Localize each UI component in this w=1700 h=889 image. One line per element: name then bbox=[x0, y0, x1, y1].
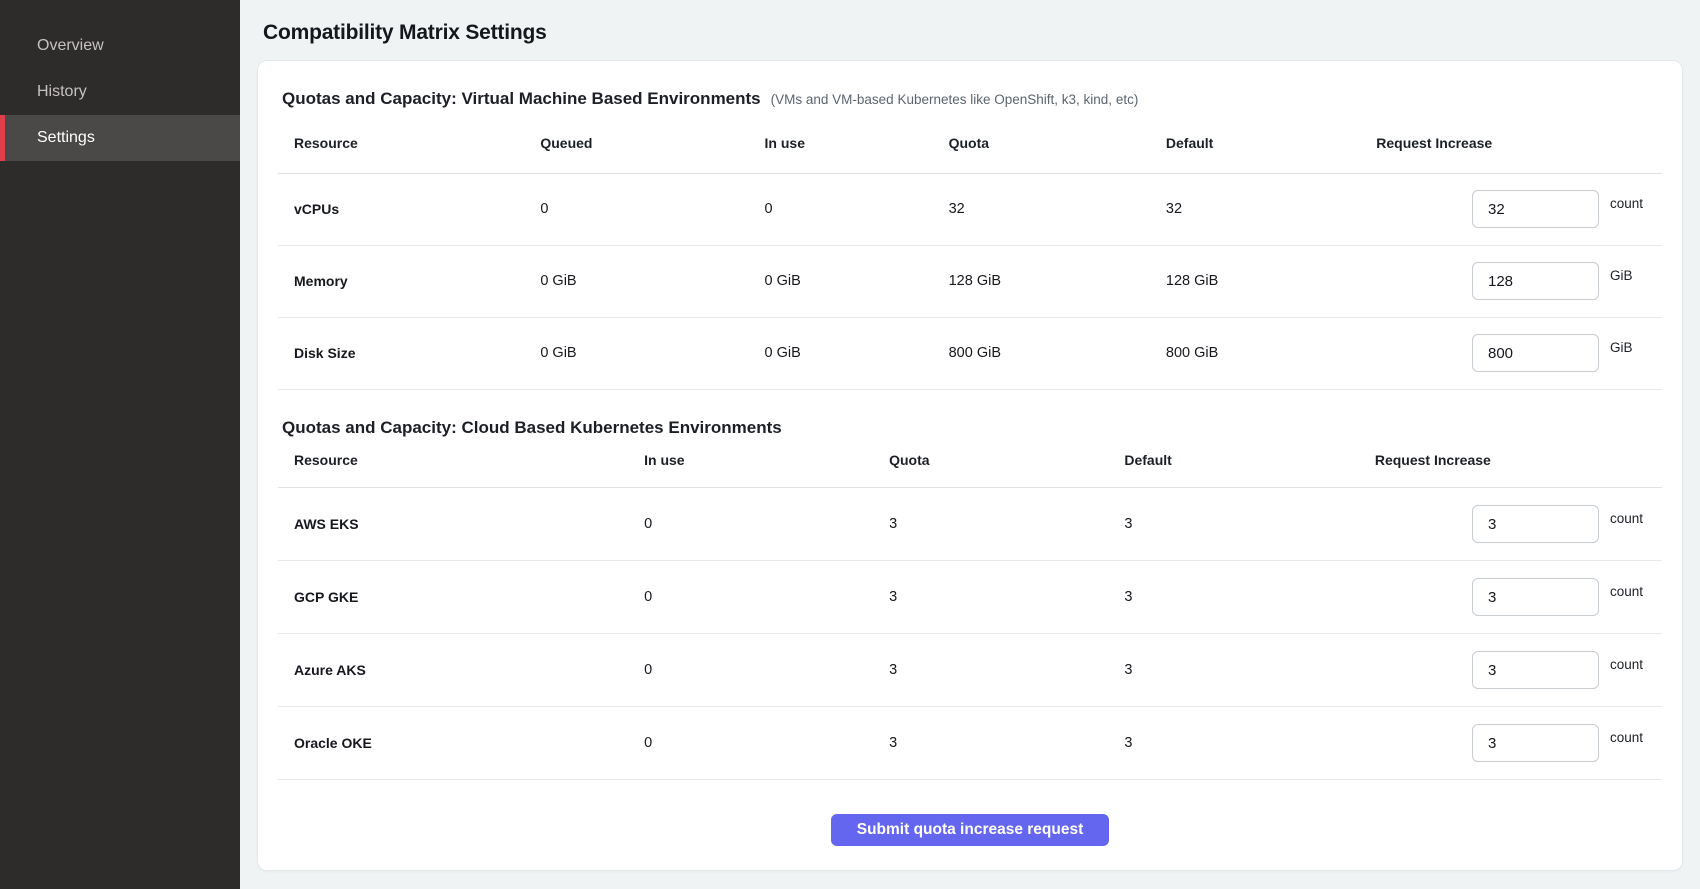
vm-section-title: Quotas and Capacity: Virtual Machine Bas… bbox=[282, 89, 761, 109]
memory-unit-label: GiB bbox=[1610, 268, 1648, 283]
gcp-gke-in-use-value: 0 bbox=[628, 561, 873, 634]
sidebar-item-overview[interactable]: Overview bbox=[0, 23, 240, 69]
vcpus-quota-value: 32 bbox=[933, 173, 1150, 245]
gcp-gke-default-value: 3 bbox=[1108, 561, 1359, 634]
oracle-oke-unit-label: count bbox=[1610, 730, 1648, 745]
vcpus-request-increase-input[interactable] bbox=[1472, 190, 1599, 228]
gcp-gke-request-increase-input[interactable] bbox=[1472, 578, 1599, 616]
cloud-col-in-use: In use bbox=[628, 440, 873, 488]
oracle-oke-in-use-value: 0 bbox=[628, 707, 873, 780]
azure-aks-unit-label: count bbox=[1610, 657, 1648, 672]
vm-section-note: (VMs and VM-based Kubernetes like OpenSh… bbox=[771, 92, 1139, 107]
table-row: AWS EKS 0 3 3 count bbox=[278, 488, 1662, 561]
aws-eks-request-increase-input[interactable] bbox=[1472, 505, 1599, 543]
azure-aks-default-value: 3 bbox=[1108, 634, 1359, 707]
aws-eks-unit-label: count bbox=[1610, 511, 1648, 526]
vm-section-header: Quotas and Capacity: Virtual Machine Bas… bbox=[278, 79, 1662, 119]
cloud-section-title: Quotas and Capacity: Cloud Based Kuberne… bbox=[282, 418, 782, 438]
aws-eks-in-use-value: 0 bbox=[628, 488, 873, 561]
disk-size-request-increase-input[interactable] bbox=[1472, 334, 1599, 372]
cloud-table-header-row: Resource In use Quota Default Request In… bbox=[278, 440, 1662, 488]
main-content: Compatibility Matrix Settings Quotas and… bbox=[240, 0, 1700, 889]
table-row: Azure AKS 0 3 3 count bbox=[278, 634, 1662, 707]
memory-queued-value: 0 GiB bbox=[524, 245, 748, 317]
vm-quotas-table: Resource Queued In use Quota Default Req… bbox=[278, 119, 1662, 390]
vcpus-resource-label: vCPUs bbox=[278, 173, 524, 245]
azure-aks-resource-label: Azure AKS bbox=[278, 634, 628, 707]
oracle-oke-resource-label: Oracle OKE bbox=[278, 707, 628, 780]
vm-col-default: Default bbox=[1150, 119, 1360, 173]
quotas-card: Quotas and Capacity: Virtual Machine Bas… bbox=[257, 60, 1683, 871]
oracle-oke-default-value: 3 bbox=[1108, 707, 1359, 780]
vm-col-request-increase: Request Increase bbox=[1360, 119, 1662, 173]
page-title: Compatibility Matrix Settings bbox=[263, 21, 1677, 45]
disk-size-default-value: 800 GiB bbox=[1150, 317, 1360, 389]
memory-default-value: 128 GiB bbox=[1150, 245, 1360, 317]
table-row: Oracle OKE 0 3 3 count bbox=[278, 707, 1662, 780]
cloud-section-header: Quotas and Capacity: Cloud Based Kuberne… bbox=[278, 390, 1662, 440]
vcpus-queued-value: 0 bbox=[524, 173, 748, 245]
azure-aks-in-use-value: 0 bbox=[628, 634, 873, 707]
aws-eks-request-cell: count bbox=[1359, 505, 1662, 543]
vcpus-default-value: 32 bbox=[1150, 173, 1360, 245]
disk-size-in-use-value: 0 GiB bbox=[749, 317, 933, 389]
vcpus-in-use-value: 0 bbox=[749, 173, 933, 245]
gcp-gke-quota-value: 3 bbox=[873, 561, 1108, 634]
cloud-col-quota: Quota bbox=[873, 440, 1108, 488]
vcpus-unit-label: count bbox=[1610, 196, 1648, 211]
aws-eks-quota-value: 3 bbox=[873, 488, 1108, 561]
cloud-quotas-table: Resource In use Quota Default Request In… bbox=[278, 440, 1662, 781]
oracle-oke-quota-value: 3 bbox=[873, 707, 1108, 780]
memory-in-use-value: 0 GiB bbox=[749, 245, 933, 317]
memory-request-cell: GiB bbox=[1360, 262, 1662, 300]
azure-aks-request-increase-input[interactable] bbox=[1472, 651, 1599, 689]
submit-quota-increase-button[interactable]: Submit quota increase request bbox=[831, 814, 1110, 846]
disk-size-quota-value: 800 GiB bbox=[933, 317, 1150, 389]
table-row: Memory 0 GiB 0 GiB 128 GiB 128 GiB GiB bbox=[278, 245, 1662, 317]
aws-eks-default-value: 3 bbox=[1108, 488, 1359, 561]
azure-aks-request-cell: count bbox=[1359, 651, 1662, 689]
table-row: GCP GKE 0 3 3 count bbox=[278, 561, 1662, 634]
sidebar-item-history[interactable]: History bbox=[0, 69, 240, 115]
memory-quota-value: 128 GiB bbox=[933, 245, 1150, 317]
sidebar-item-overview-label: Overview bbox=[37, 37, 104, 55]
cloud-col-default: Default bbox=[1108, 440, 1359, 488]
cloud-col-resource: Resource bbox=[278, 440, 628, 488]
disk-size-resource-label: Disk Size bbox=[278, 317, 524, 389]
azure-aks-quota-value: 3 bbox=[873, 634, 1108, 707]
gcp-gke-unit-label: count bbox=[1610, 584, 1648, 599]
disk-size-request-cell: GiB bbox=[1360, 334, 1662, 372]
table-row: Disk Size 0 GiB 0 GiB 800 GiB 800 GiB Gi… bbox=[278, 317, 1662, 389]
disk-size-queued-value: 0 GiB bbox=[524, 317, 748, 389]
table-row: vCPUs 0 0 32 32 count bbox=[278, 173, 1662, 245]
disk-size-unit-label: GiB bbox=[1610, 340, 1648, 355]
sidebar-item-settings[interactable]: Settings bbox=[0, 115, 240, 161]
oracle-oke-request-cell: count bbox=[1359, 724, 1662, 762]
oracle-oke-request-increase-input[interactable] bbox=[1472, 724, 1599, 762]
vm-col-in-use: In use bbox=[749, 119, 933, 173]
aws-eks-resource-label: AWS EKS bbox=[278, 488, 628, 561]
gcp-gke-resource-label: GCP GKE bbox=[278, 561, 628, 634]
sidebar: Overview History Settings bbox=[0, 0, 240, 889]
vm-col-queued: Queued bbox=[524, 119, 748, 173]
cloud-col-request-increase: Request Increase bbox=[1359, 440, 1662, 488]
submit-row: Submit quota increase request bbox=[278, 780, 1662, 846]
memory-resource-label: Memory bbox=[278, 245, 524, 317]
memory-request-increase-input[interactable] bbox=[1472, 262, 1599, 300]
sidebar-item-history-label: History bbox=[37, 83, 87, 101]
gcp-gke-request-cell: count bbox=[1359, 578, 1662, 616]
sidebar-item-settings-label: Settings bbox=[37, 129, 95, 147]
vm-col-resource: Resource bbox=[278, 119, 524, 173]
vcpus-request-cell: count bbox=[1360, 190, 1662, 228]
vm-col-quota: Quota bbox=[933, 119, 1150, 173]
vm-table-header-row: Resource Queued In use Quota Default Req… bbox=[278, 119, 1662, 173]
